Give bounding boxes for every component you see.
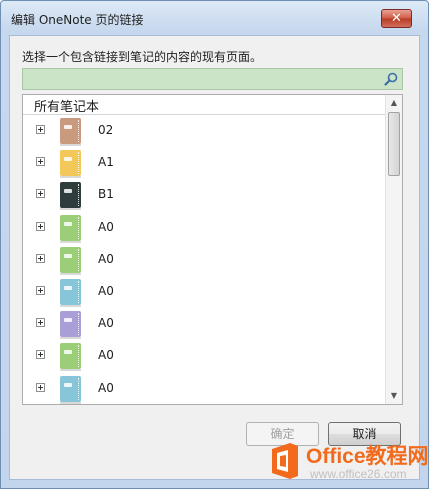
notebook-icon	[60, 278, 81, 307]
scroll-up-arrow-icon[interactable]: ▲	[386, 95, 402, 111]
notebook-row[interactable]: A0	[23, 340, 385, 372]
notebook-icon	[60, 150, 81, 179]
expand-plus-icon[interactable]	[36, 318, 45, 328]
notebook-row[interactable]: A0	[23, 212, 385, 244]
watermark-url: www.office26.com	[310, 467, 407, 481]
window-title: 编辑 OneNote 页的链接	[11, 13, 144, 27]
notebook-tree[interactable]: 所有笔记本 02 A1 B1 A0 A0 A0 A0 A0 A0 ▲ ▼	[22, 94, 403, 405]
notebook-label: A0	[98, 251, 114, 266]
search-input[interactable]	[22, 68, 403, 90]
notebook-icon	[60, 311, 81, 340]
instruction-text: 选择一个包含链接到笔记的内容的现有页面。	[22, 50, 263, 64]
notebook-icon	[60, 343, 81, 372]
expand-plus-icon[interactable]	[36, 189, 45, 199]
notebook-label: B1	[98, 187, 114, 202]
scroll-down-arrow-icon[interactable]: ▼	[386, 388, 402, 404]
notebook-icon	[60, 182, 81, 211]
notebook-list: 02 A1 B1 A0 A0 A0 A0 A0 A0	[23, 115, 385, 405]
notebook-icon	[60, 375, 81, 404]
expand-plus-icon[interactable]	[36, 285, 45, 295]
notebook-label: A0	[98, 283, 114, 298]
watermark: Office教程网 www.office26.com	[268, 437, 429, 487]
notebook-label: A1	[98, 155, 114, 170]
dialog-body: 选择一个包含链接到笔记的内容的现有页面。 所有笔记本 02 A1 B1 A0 A0 A0 A…	[9, 35, 420, 480]
dialog-window: 编辑 OneNote 页的链接 ✕ 选择一个包含链接到笔记的内容的现有页面。 所…	[0, 0, 429, 489]
notebook-row[interactable]: A0	[23, 276, 385, 308]
notebook-row[interactable]: 02	[23, 115, 385, 147]
expand-plus-icon[interactable]	[36, 125, 45, 134]
tree-root-label: 所有笔记本	[34, 100, 100, 115]
notebook-label: A0	[98, 219, 114, 234]
notebook-icon	[60, 246, 81, 275]
expand-plus-icon[interactable]	[36, 253, 45, 263]
office-logo-icon	[272, 443, 298, 479]
notebook-row[interactable]: B1	[23, 179, 385, 211]
search-icon[interactable]	[383, 71, 399, 87]
notebook-label: A0	[98, 380, 114, 395]
expand-plus-icon[interactable]	[36, 350, 45, 360]
expand-plus-icon[interactable]	[36, 157, 45, 167]
notebook-row[interactable]: A0	[23, 244, 385, 276]
close-icon: ✕	[391, 11, 402, 26]
vertical-scrollbar[interactable]: ▲ ▼	[385, 95, 402, 404]
tree-root[interactable]: 所有笔记本	[23, 95, 385, 115]
watermark-title: Office教程网	[306, 445, 429, 468]
expand-plus-icon[interactable]	[36, 221, 45, 231]
notebook-icon	[60, 118, 81, 146]
notebook-row[interactable]: A0	[23, 373, 385, 405]
notebook-label: A0	[98, 348, 114, 363]
notebook-row[interactable]: A0	[23, 308, 385, 340]
close-button[interactable]: ✕	[381, 9, 412, 28]
notebook-label: 02	[98, 123, 114, 137]
notebook-icon	[60, 214, 81, 243]
notebook-row[interactable]: A1	[23, 147, 385, 179]
scroll-thumb[interactable]	[388, 112, 400, 176]
expand-plus-icon[interactable]	[36, 382, 45, 392]
notebook-label: A0	[98, 316, 114, 331]
